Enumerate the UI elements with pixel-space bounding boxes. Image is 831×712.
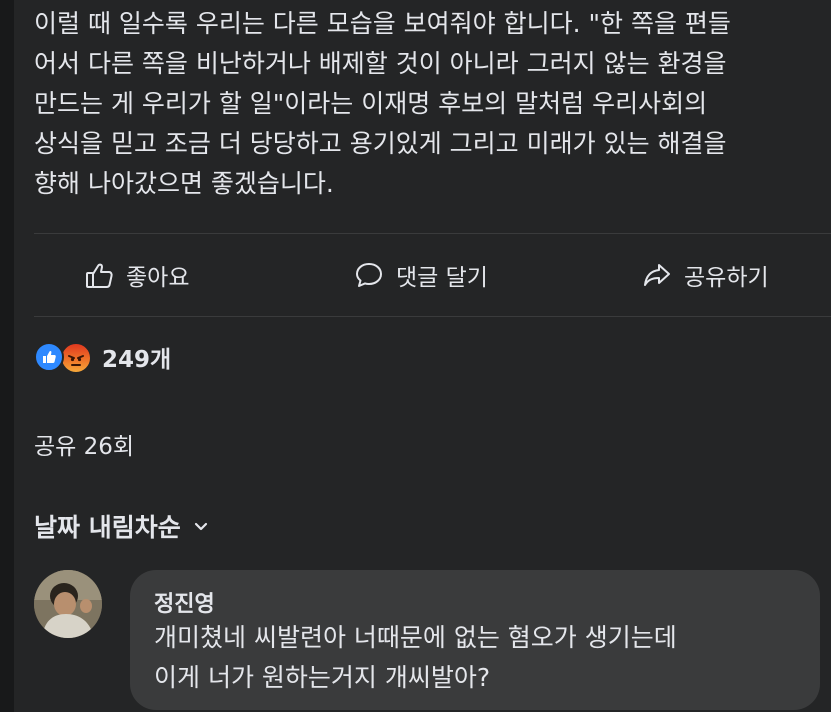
- angry-icon: [60, 342, 92, 374]
- post-text-line: 상식을 믿고 조금 더 당당하고 용기있게 그리고 미래가 있는 해결을: [34, 129, 727, 158]
- sort-label: 날짜 내림차순: [34, 513, 181, 542]
- comment-text-line: 개미쳤네 씨발련아 너때문에 없는 혐오가 생기는데: [154, 623, 677, 652]
- comment-icon: [356, 263, 382, 287]
- comment-text: 개미쳤네 씨발련아 너때문에 없는 혐오가 생기는데 이게 너가 원하는거지 개…: [154, 618, 804, 698]
- reaction-icons: [34, 340, 94, 374]
- comment-label: 댓글 달기: [396, 265, 488, 291]
- share-label: 공유하기: [684, 265, 769, 291]
- comment-text-line: 이게 너가 원하는거지 개씨발아?: [154, 663, 491, 692]
- comment-button[interactable]: 댓글 달기: [354, 234, 488, 316]
- post-body: 이럴 때 일수록 우리는 다른 모습을 보여줘야 합니다. "한 쪽을 편들 어…: [34, 4, 831, 204]
- share-count[interactable]: 공유 26회: [34, 427, 134, 461]
- avatar[interactable]: [34, 570, 102, 638]
- like-label: 좋아요: [126, 265, 190, 291]
- like-icon: [34, 342, 64, 372]
- share-icon: [644, 264, 670, 286]
- share-button[interactable]: 공유하기: [642, 234, 769, 316]
- post-text-line: 어서 다른 쪽을 비난하거나 배제할 것이 아니라 그러지 않는 환경을: [34, 49, 727, 78]
- like-button[interactable]: 좋아요: [84, 234, 189, 316]
- reaction-count: 249개: [102, 347, 172, 373]
- comment-sort-dropdown[interactable]: 날짜 내림차순: [34, 508, 211, 544]
- reaction-summary[interactable]: 249개: [34, 340, 171, 374]
- post-text-line: 만드는 게 우리가 할 일"이라는 이재명 후보의 말처럼 우리사회의: [34, 89, 708, 118]
- post-text-line: 이럴 때 일수록 우리는 다른 모습을 보여줘야 합니다. "한 쪽을 편들: [34, 9, 731, 38]
- comment-bubble: 정진영 개미쳤네 씨발련아 너때문에 없는 혐오가 생기는데 이게 너가 원하는…: [130, 570, 820, 710]
- post-action-bar: 좋아요 댓글 달기 공유하기: [14, 234, 831, 316]
- comment-author[interactable]: 정진영: [154, 586, 215, 618]
- post-text-line: 향해 나아갔으면 좋겠습니다.: [34, 169, 334, 198]
- divider: [34, 316, 831, 317]
- chevron-down-icon: [194, 522, 207, 531]
- thumbs-up-icon: [86, 263, 113, 288]
